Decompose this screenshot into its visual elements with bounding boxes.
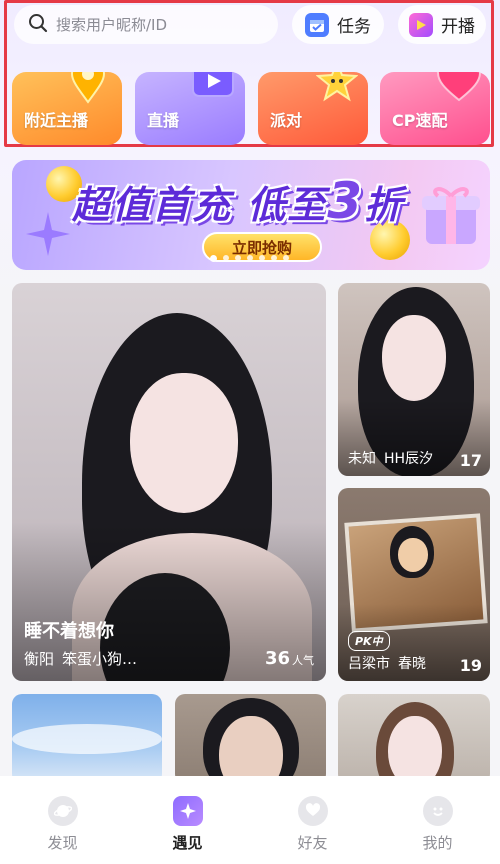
pk-badge: PK中 [348, 631, 390, 651]
category-cp-match[interactable]: CP速配 [380, 72, 490, 145]
chat-heart-icon [297, 796, 328, 826]
star-icon [315, 72, 359, 106]
nav-label: 遇见 [172, 834, 203, 852]
task-button[interactable]: 任务 [292, 5, 384, 44]
stream-meta: 未知 HH辰汐 [348, 448, 433, 468]
gift-box-icon [420, 182, 482, 252]
planet-icon [47, 796, 78, 826]
stream-card[interactable] [338, 694, 490, 784]
stream-card[interactable]: PK中 吕梁市 春晓 19 [338, 488, 490, 681]
category-row: 附近主播 直播 派对 CP速配 [12, 72, 490, 148]
stream-location: 未知 [348, 451, 376, 467]
category-party[interactable]: 派对 [258, 72, 368, 145]
nav-label: 好友 [297, 834, 328, 852]
stream-card[interactable] [12, 694, 162, 784]
streamer-name: 笨蛋小狗… [62, 650, 138, 668]
nav-meet[interactable]: 遇见 [148, 796, 228, 853]
stream-meta: 衡阳 笨蛋小狗… [24, 648, 137, 669]
pagination-dot [235, 255, 241, 261]
heart-icon [436, 72, 482, 106]
nav-friends[interactable]: 好友 [273, 796, 353, 853]
pagination-dot [210, 255, 217, 262]
stream-card[interactable] [175, 694, 326, 784]
stream-title: 睡不着想你 [24, 621, 114, 642]
search-placeholder: 搜索用户昵称/ID [56, 16, 168, 34]
stream-thumbnail [12, 724, 162, 754]
location-pin-icon [68, 72, 108, 108]
nav-label: 发现 [47, 834, 78, 852]
task-label: 任务 [337, 17, 371, 37]
category-live[interactable]: 直播 [135, 72, 245, 145]
bottom-nav: 发现 遇见 好友 我的 [0, 776, 500, 864]
pagination-dot [223, 255, 229, 261]
banner-headline: 超值首充 低至3折 [72, 172, 405, 230]
live-label: 开播 [441, 17, 475, 37]
smiley-icon [422, 796, 453, 826]
nav-profile[interactable]: 我的 [398, 796, 478, 853]
pagination-dot [247, 255, 253, 261]
search-icon [28, 13, 48, 37]
stream-thumbnail [338, 694, 490, 784]
stream-location: 吕梁市 [348, 656, 390, 672]
video-play-icon [191, 72, 235, 106]
pagination-dot [271, 255, 277, 261]
popularity-count: 17 [459, 451, 482, 470]
live-play-icon [409, 12, 433, 37]
stream-meta: 吕梁市 春晓 [348, 653, 426, 673]
category-nearby[interactable]: 附近主播 [12, 72, 122, 145]
banner-pagination [210, 255, 289, 262]
pagination-dot [283, 255, 289, 261]
popularity-count: 36 人气 [264, 648, 314, 669]
streamer-name: HH辰汐 [384, 451, 434, 467]
category-label: CP速配 [392, 111, 448, 130]
stream-card-large[interactable]: 睡不着想你 衡阳 笨蛋小狗… 36 人气 [12, 283, 326, 681]
promo-banner[interactable]: 超值首充 低至3折 立即抢购 [12, 160, 490, 270]
nav-discover[interactable]: 发现 [23, 796, 103, 853]
category-label: 直播 [147, 111, 180, 130]
go-live-button[interactable]: 开播 [398, 5, 486, 44]
pagination-dot [259, 255, 265, 261]
category-label: 派对 [270, 111, 303, 130]
task-calendar-icon [305, 12, 329, 37]
stream-thumbnail [175, 694, 326, 784]
popularity-count: 19 [459, 656, 482, 675]
sparkle-icon [26, 212, 70, 260]
stream-card[interactable]: 未知 HH辰汐 17 [338, 283, 490, 476]
stream-location: 衡阳 [24, 650, 55, 668]
sparkle-card-icon [172, 796, 203, 826]
category-label: 附近主播 [24, 111, 89, 130]
nav-label: 我的 [422, 834, 453, 852]
search-bar[interactable]: 搜索用户昵称/ID [14, 5, 278, 44]
streamer-name: 春晓 [398, 656, 426, 672]
